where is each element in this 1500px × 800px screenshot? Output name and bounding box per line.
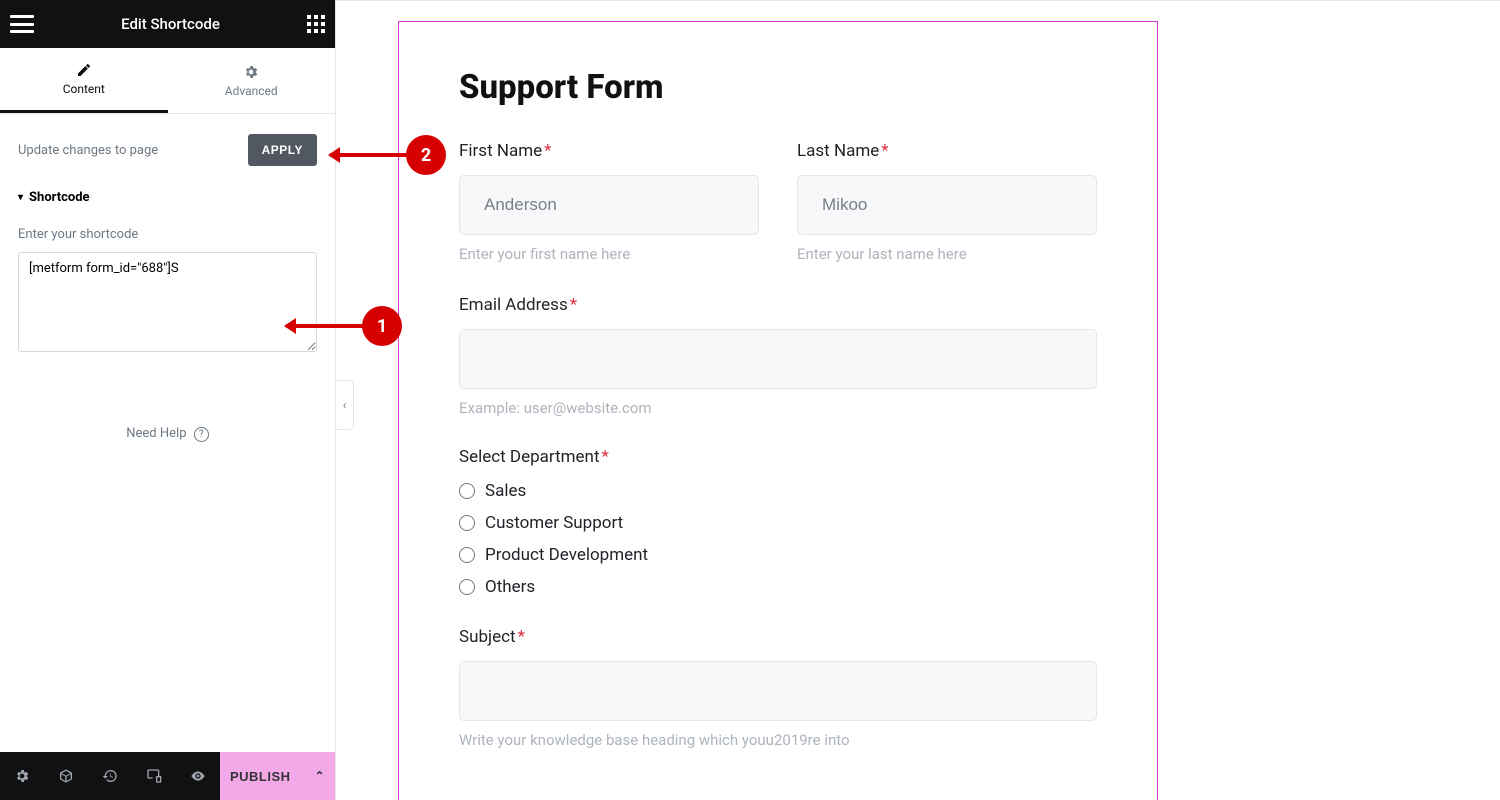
radio-input[interactable] <box>459 483 475 499</box>
history-icon[interactable] <box>88 752 132 800</box>
last-name-label: Last Name* <box>797 141 1097 161</box>
settings-icon[interactable] <box>0 752 44 800</box>
radio-input[interactable] <box>459 547 475 563</box>
subject-label: Subject* <box>459 627 1097 647</box>
email-label: Email Address* <box>459 295 1097 315</box>
annotation-arrow-1 <box>286 324 364 328</box>
menu-icon[interactable] <box>10 15 34 33</box>
panel-title: Edit Shortcode <box>121 15 220 33</box>
radio-label: Product Development <box>485 545 648 565</box>
gear-icon <box>243 64 259 80</box>
department-label: Select Department* <box>459 447 1097 467</box>
publish-button[interactable]: PUBLISH ⌃ <box>220 752 335 800</box>
preview-icon[interactable] <box>176 752 220 800</box>
subject-hint: Write your knowledge base heading which … <box>459 731 1097 749</box>
panel-tabs: Content Advanced <box>0 48 335 114</box>
tab-content[interactable]: Content <box>0 48 168 113</box>
last-name-input[interactable] <box>797 175 1097 235</box>
section-shortcode-toggle[interactable]: Shortcode <box>18 190 317 205</box>
last-name-hint: Enter your last name here <box>797 245 1097 263</box>
email-hint: Example: user@website.com <box>459 399 1097 417</box>
need-help-label: Need Help <box>126 426 186 441</box>
preview-canvas: Support Form First Name* Enter your firs… <box>336 0 1500 800</box>
panel-header: Edit Shortcode <box>0 0 335 48</box>
update-changes-label: Update changes to page <box>18 143 158 158</box>
first-name-hint: Enter your first name here <box>459 245 759 263</box>
first-name-input[interactable] <box>459 175 759 235</box>
annotation-badge-2: 2 <box>406 135 446 175</box>
annotation-arrow-2 <box>330 153 408 157</box>
need-help-link[interactable]: Need Help ? <box>18 426 317 442</box>
panel-body: Update changes to page APPLY Shortcode E… <box>0 114 335 752</box>
section-shortcode-title: Shortcode <box>29 190 90 205</box>
editor-left-panel: Edit Shortcode Content Advanced Update c… <box>0 0 336 800</box>
widgets-grid-icon[interactable] <box>307 15 325 33</box>
navigator-icon[interactable] <box>44 752 88 800</box>
responsive-icon[interactable] <box>132 752 176 800</box>
tab-advanced-label: Advanced <box>225 84 278 98</box>
annotation-badge-1: 1 <box>362 306 402 346</box>
department-option[interactable]: Sales <box>459 481 1097 501</box>
form-title: Support Form <box>459 68 1097 107</box>
radio-label: Sales <box>485 481 526 501</box>
radio-input[interactable] <box>459 515 475 531</box>
publish-label: PUBLISH <box>230 769 291 784</box>
apply-button[interactable]: APPLY <box>248 134 317 166</box>
question-icon: ? <box>194 427 209 442</box>
radio-label: Others <box>485 577 535 597</box>
radio-input[interactable] <box>459 579 475 595</box>
chevron-up-icon: ⌃ <box>315 769 326 783</box>
tab-advanced[interactable]: Advanced <box>168 48 336 113</box>
department-option[interactable]: Customer Support <box>459 513 1097 533</box>
radio-label: Customer Support <box>485 513 623 533</box>
shortcode-field-label: Enter your shortcode <box>18 227 317 242</box>
email-input[interactable] <box>459 329 1097 389</box>
department-option[interactable]: Others <box>459 577 1097 597</box>
shortcode-input[interactable] <box>18 252 317 352</box>
subject-input[interactable] <box>459 661 1097 721</box>
department-option[interactable]: Product Development <box>459 545 1097 565</box>
pencil-icon <box>76 62 92 78</box>
tab-content-label: Content <box>63 82 105 96</box>
shortcode-widget-frame[interactable]: Support Form First Name* Enter your firs… <box>398 21 1158 800</box>
first-name-label: First Name* <box>459 141 759 161</box>
panel-bottom-bar: PUBLISH ⌃ <box>0 752 335 800</box>
